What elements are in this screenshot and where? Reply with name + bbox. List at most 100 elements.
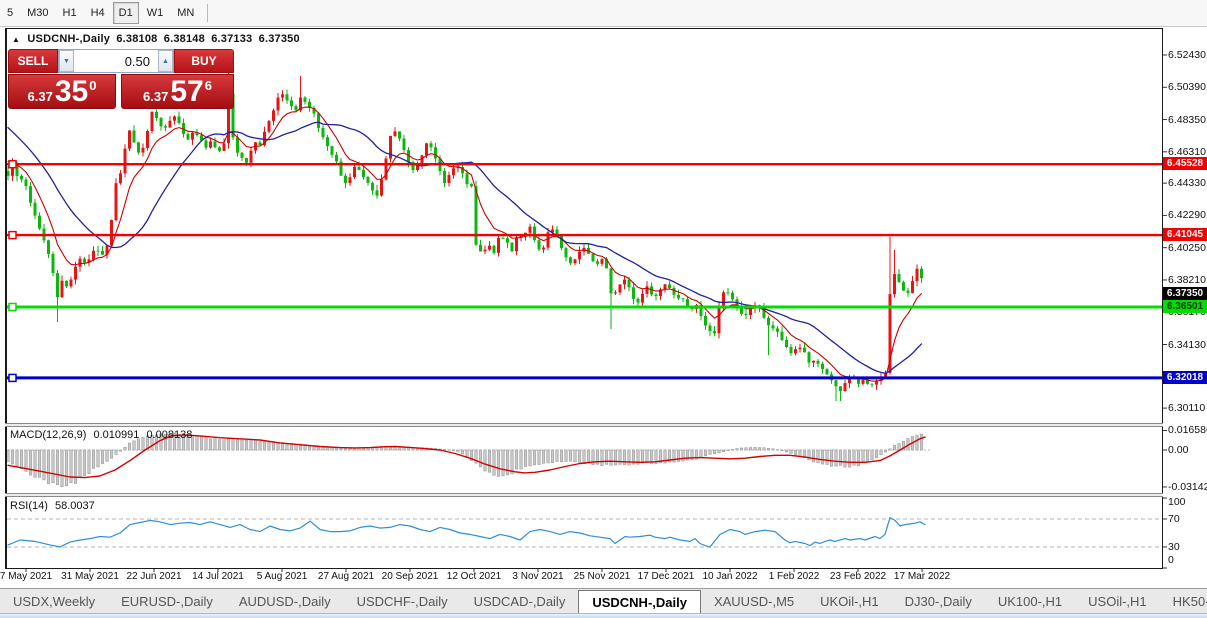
date-label: 14 Jul 2021 bbox=[192, 571, 244, 582]
rsi-line bbox=[8, 518, 925, 547]
trading-terminal: 5M30H1H4D1W1MN ▲ USDCNH-,Daily 6.38108 6… bbox=[0, 0, 1207, 618]
hline-level-6.36501[interactable] bbox=[7, 303, 1162, 310]
date-label: 7 May 2021 bbox=[0, 571, 52, 582]
macd-axis-label: 0.00 bbox=[1168, 444, 1188, 456]
date-label: 17 Mar 2022 bbox=[894, 571, 950, 582]
volume-increase-button[interactable]: ▲ bbox=[158, 50, 173, 72]
ma-fast-line bbox=[8, 107, 922, 381]
timeframe-button-d1[interactable]: D1 bbox=[113, 2, 139, 24]
ma-slow-line bbox=[8, 122, 922, 373]
macd-value-signal: 0.008138 bbox=[146, 429, 192, 441]
tab-ukoil-h1[interactable]: UKOil-,H1 bbox=[807, 589, 892, 614]
date-label: 20 Sep 2021 bbox=[382, 571, 439, 582]
ohlc-low: 6.37133 bbox=[211, 33, 252, 45]
bid-price-prefix: 6.37 bbox=[28, 89, 53, 104]
hline-handle[interactable] bbox=[9, 303, 16, 310]
tab-dj30-daily[interactable]: DJ30-,Daily bbox=[892, 589, 985, 614]
chart-frame-left bbox=[5, 28, 7, 569]
buy-button[interactable]: BUY bbox=[174, 49, 234, 73]
toolbar-separator bbox=[207, 4, 208, 22]
date-label: 23 Feb 2022 bbox=[830, 571, 886, 582]
price-axis-label: 6.40250 bbox=[1168, 242, 1206, 254]
one-click-trading-widget: SELL ▼ ▲ BUY 6.37 35 0 6.37 57 6 bbox=[8, 49, 234, 109]
price-tag: 6.32018 bbox=[1163, 371, 1207, 384]
timeframe-button-w1[interactable]: W1 bbox=[141, 2, 170, 24]
timeframe-button-h1[interactable]: H1 bbox=[57, 2, 83, 24]
ask-price-prefix: 6.37 bbox=[143, 89, 168, 104]
price-axis-label: 6.46310 bbox=[1168, 146, 1206, 158]
tab-eurusd-daily[interactable]: EURUSD-,Daily bbox=[108, 589, 226, 614]
macd-name: MACD(12,26,9) bbox=[10, 429, 86, 441]
tab-usdchf-daily[interactable]: USDCHF-,Daily bbox=[344, 589, 461, 614]
collapse-arrow-icon[interactable]: ▲ bbox=[12, 35, 20, 44]
bottom-strip bbox=[0, 613, 1207, 618]
rsi-axis-label: 0 bbox=[1168, 554, 1174, 566]
macd-label: MACD(12,26,9) 0.010991 0.008138 bbox=[10, 429, 196, 441]
hline-handle[interactable] bbox=[9, 161, 16, 168]
rsi-value: 58.0037 bbox=[55, 500, 95, 512]
rsi-label: RSI(14) 58.0037 bbox=[10, 500, 99, 512]
macd-axis-label: -0.03142 bbox=[1168, 481, 1207, 493]
tab-usdcnh-daily[interactable]: USDCNH-,Daily bbox=[578, 590, 701, 614]
date-label: 12 Oct 2021 bbox=[447, 571, 501, 582]
timeframe-button-mn[interactable]: MN bbox=[171, 2, 200, 24]
timeframe-button-h4[interactable]: H4 bbox=[85, 2, 111, 24]
hline-handle[interactable] bbox=[9, 232, 16, 239]
price-tag: 6.45528 bbox=[1163, 157, 1207, 170]
volume-input[interactable] bbox=[74, 50, 158, 72]
pane-separator-rsi[interactable] bbox=[5, 493, 1163, 497]
date-label: 1 Feb 2022 bbox=[769, 571, 820, 582]
ohlc-open: 6.38108 bbox=[116, 33, 157, 45]
ask-price-sup: 6 bbox=[205, 78, 212, 93]
rsi-axis-label: 100 bbox=[1168, 496, 1186, 508]
date-label: 25 Nov 2021 bbox=[574, 571, 631, 582]
rsi-name: RSI(14) bbox=[10, 500, 48, 512]
tab-usdcad-daily[interactable]: USDCAD-,Daily bbox=[461, 589, 579, 614]
chart-frame-top bbox=[5, 28, 1163, 29]
sell-button[interactable]: SELL bbox=[8, 49, 58, 73]
tab-usoil-h1[interactable]: USOil-,H1 bbox=[1075, 589, 1160, 614]
price-tag: 6.36501 bbox=[1163, 300, 1207, 313]
timeframe-button-5[interactable]: 5 bbox=[1, 2, 19, 24]
price-axis-label: 6.42290 bbox=[1168, 209, 1206, 221]
timeframe-button-m30[interactable]: M30 bbox=[21, 2, 54, 24]
date-label: 31 May 2021 bbox=[61, 571, 119, 582]
chart-title: ▲ USDCNH-,Daily 6.38108 6.38148 6.37133 … bbox=[12, 33, 303, 45]
macd-histogram bbox=[7, 433, 923, 487]
pane-separator-macd[interactable] bbox=[5, 423, 1163, 427]
tab-audusd-daily[interactable]: AUDUSD-,Daily bbox=[226, 589, 344, 614]
symbol-name: USDCNH-,Daily bbox=[27, 33, 110, 45]
hline-level-6.32018[interactable] bbox=[7, 374, 1162, 381]
price-tag: 6.41045 bbox=[1163, 228, 1207, 241]
hline-handle[interactable] bbox=[9, 374, 16, 381]
price-axis-label: 6.38210 bbox=[1168, 274, 1206, 286]
ask-price-panel[interactable]: 6.37 57 6 bbox=[121, 74, 234, 109]
bid-price-sup: 0 bbox=[89, 78, 96, 93]
timeframe-toolbar: 5M30H1H4D1W1MN bbox=[0, 0, 1207, 27]
price-axis-label: 6.34130 bbox=[1168, 339, 1206, 351]
macd-value-main: 0.010991 bbox=[93, 429, 139, 441]
price-axis-label: 6.48350 bbox=[1168, 114, 1206, 126]
bid-price-big: 35 bbox=[55, 77, 88, 107]
rsi-axis-label: 70 bbox=[1168, 513, 1180, 525]
tab-usdx-weekly[interactable]: USDX,Weekly bbox=[0, 589, 108, 614]
tab-xauusd-m5[interactable]: XAUUSD-,M5 bbox=[701, 589, 807, 614]
chart-window: ▲ USDCNH-,Daily 6.38108 6.38148 6.37133 … bbox=[0, 27, 1207, 587]
tab-uk100-h1[interactable]: UK100-,H1 bbox=[985, 589, 1075, 614]
bid-price-panel[interactable]: 6.37 35 0 bbox=[8, 74, 116, 109]
tab-hk50-h1[interactable]: HK50-,H1 bbox=[1160, 589, 1207, 614]
ohlc-high: 6.38148 bbox=[164, 33, 205, 45]
rsi-axis-label: 30 bbox=[1168, 541, 1180, 553]
volume-decrease-button[interactable]: ▼ bbox=[59, 50, 74, 72]
date-label: 3 Nov 2021 bbox=[512, 571, 563, 582]
hline-level-6.41045[interactable] bbox=[7, 232, 1162, 239]
price-axis-label: 6.52430 bbox=[1168, 49, 1206, 61]
ohlc-close: 6.37350 bbox=[259, 33, 300, 45]
symbol-tab-bar: USDX,WeeklyEURUSD-,DailyAUDUSD-,DailyUSD… bbox=[0, 588, 1207, 614]
date-label: 5 Aug 2021 bbox=[257, 571, 308, 582]
chart-canvas[interactable] bbox=[0, 27, 1207, 587]
date-label: 22 Jun 2021 bbox=[126, 571, 181, 582]
date-label: 27 Aug 2021 bbox=[318, 571, 374, 582]
price-axis-label: 6.30110 bbox=[1168, 402, 1205, 414]
volume-stepper: ▼ ▲ bbox=[58, 49, 174, 73]
